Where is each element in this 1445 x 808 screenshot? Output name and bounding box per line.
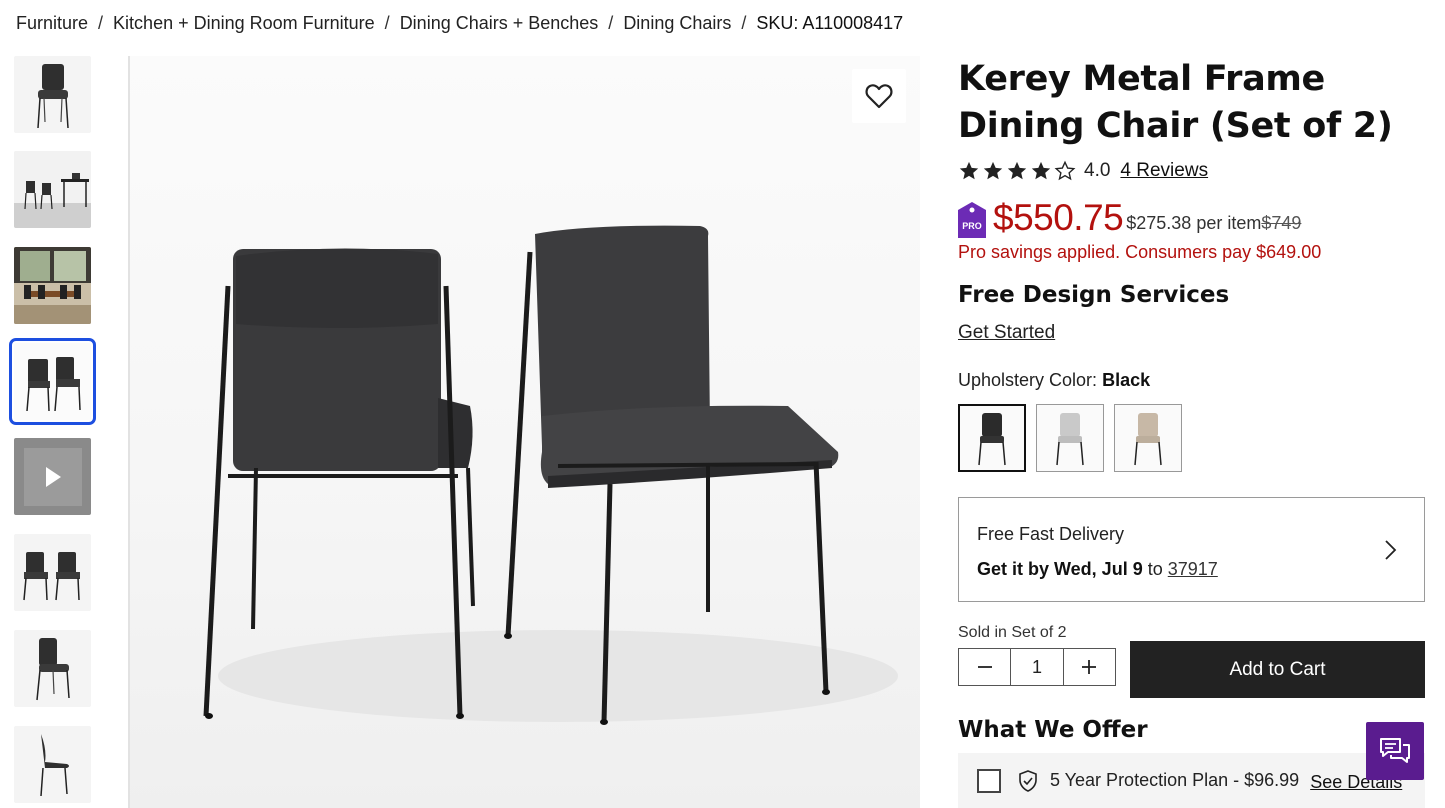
design-services-heading: Free Design Services: [958, 282, 1230, 308]
play-icon: [45, 466, 61, 487]
beige-chair-image: [1134, 413, 1162, 466]
swatch-light-gray[interactable]: [1036, 404, 1104, 472]
breadcrumb-separator: /: [741, 12, 747, 33]
thumbnail-dining-room[interactable]: [14, 247, 91, 324]
thumbnail-chair-front[interactable]: [14, 56, 91, 133]
breadcrumb-separator: /: [98, 12, 104, 33]
pro-badge-icon: PRO: [958, 202, 986, 238]
chair-profile-image: [39, 733, 69, 796]
chat-button[interactable]: [1366, 722, 1424, 780]
thumbnail-video[interactable]: [14, 438, 91, 515]
swatch-beige[interactable]: [1114, 404, 1182, 472]
chat-icon: [1380, 738, 1410, 763]
decrease-quantity-button[interactable]: [959, 649, 1010, 685]
increase-quantity-button[interactable]: [1064, 649, 1115, 685]
gray-chair-image: [1056, 413, 1084, 466]
quantity-stepper: 1: [958, 648, 1116, 686]
what-we-offer-heading: What We Offer: [958, 717, 1148, 743]
original-price: $749: [1261, 213, 1302, 233]
protection-plan-checkbox[interactable]: [977, 768, 1001, 793]
breadcrumb-separator: /: [384, 12, 390, 33]
breadcrumb-dining-chairs-benches[interactable]: Dining Chairs + Benches: [400, 13, 599, 34]
heart-icon: [865, 84, 893, 109]
breadcrumb-furniture[interactable]: Furniture: [16, 13, 88, 34]
per-item-price: $275.38 per item: [1126, 213, 1262, 233]
get-started-link[interactable]: Get Started: [958, 322, 1055, 344]
chair-pair-image: [25, 356, 81, 411]
pro-savings-note: Pro savings applied. Consumers pay $649.…: [958, 242, 1322, 262]
chair-side-image: [35, 637, 70, 700]
rating-value: 4.0: [1084, 160, 1111, 181]
delivery-card[interactable]: Free Fast Delivery Get it by Wed, Jul 9 …: [958, 497, 1425, 602]
add-to-cart-button[interactable]: Add to Cart: [1130, 641, 1425, 698]
breadcrumb: Furniture / Kitchen + Dining Room Furnit…: [16, 11, 903, 35]
thumbnail-chair-profile[interactable]: [14, 726, 91, 803]
chair-front-image: [36, 63, 69, 128]
delivery-date: Get it by Wed, Jul 9: [977, 559, 1143, 579]
reviews-link[interactable]: 4 Reviews: [1120, 160, 1208, 182]
thumbnail-chair-side[interactable]: [14, 630, 91, 707]
selected-color-name: Black: [1102, 370, 1151, 390]
thumbnail-room-scene[interactable]: [14, 151, 91, 228]
star-empty-icon: [1054, 160, 1076, 181]
minus-icon: [977, 666, 992, 668]
sold-in-set-label: Sold in Set of 2: [958, 624, 1067, 641]
breadcrumb-dining-chairs[interactable]: Dining Chairs: [623, 13, 731, 34]
plus-icon: [1082, 660, 1097, 674]
product-info-panel: Kerey Metal Frame Dining Chair (Set of 2…: [958, 56, 1425, 743]
dining-room-image: [14, 247, 91, 324]
star-rating: [958, 160, 1076, 182]
video-preview: [23, 447, 82, 506]
color-label: Upholstery Color: Black: [958, 370, 1425, 391]
breadcrumb-kitchen-dining[interactable]: Kitchen + Dining Room Furniture: [113, 13, 375, 34]
protection-plan-row: 5 Year Protection Plan - $96.99 See Deta…: [958, 753, 1425, 808]
product-title: Kerey Metal Frame Dining Chair (Set of 2…: [958, 59, 1393, 146]
price: $550.75: [993, 197, 1124, 238]
pro-badge-text: PRO: [962, 221, 982, 231]
shield-check-icon: [1019, 769, 1037, 792]
price-row: PRO $550.75 $275.38 per item $749: [958, 198, 1425, 238]
delivery-title: Free Fast Delivery: [977, 524, 1125, 544]
cart-area: Sold in Set of 2 1 Add to Cart: [958, 624, 1425, 698]
delivery-estimate: Get it by Wed, Jul 9 to 37917: [977, 559, 1406, 580]
chair-pair-photo: [203, 225, 898, 725]
chevron-right-icon: [1385, 540, 1397, 560]
thumbnail-chair-pair-angle[interactable]: [14, 534, 91, 611]
delivery-to: to: [1147, 559, 1163, 579]
star-filled-icon: [1031, 161, 1051, 180]
quantity-value[interactable]: 1: [1010, 649, 1064, 685]
thumbnail-chair-pair[interactable]: [9, 338, 96, 425]
swatch-black[interactable]: [958, 404, 1026, 472]
color-label-text: Upholstery Color:: [958, 370, 1098, 390]
chair-pair-angle-image: [22, 551, 80, 600]
favorite-button[interactable]: [852, 69, 906, 123]
black-chair-image: [978, 413, 1006, 466]
star-filled-icon: [983, 161, 1003, 180]
protection-plan-text: 5 Year Protection Plan - $96.99: [1050, 770, 1300, 790]
main-product-image: [128, 56, 920, 808]
star-filled-icon: [1007, 161, 1027, 180]
breadcrumb-separator: /: [608, 12, 614, 33]
rating-row: 4.0 4 Reviews: [958, 158, 1425, 184]
color-swatches: [958, 404, 1425, 472]
room-scene-image: [14, 151, 91, 228]
star-filled-icon: [959, 161, 979, 180]
zip-code-link[interactable]: 37917: [1168, 559, 1218, 579]
sku-label: SKU: A110008417: [756, 12, 904, 33]
